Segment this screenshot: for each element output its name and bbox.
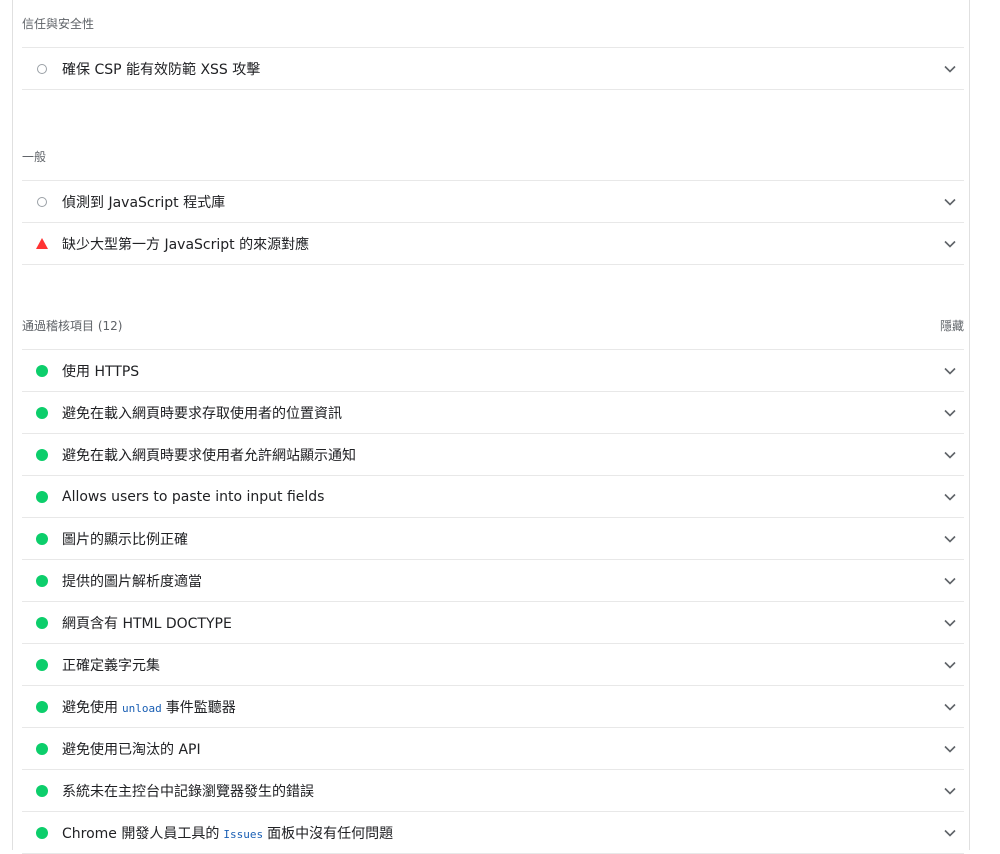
- group-trust-safety: 信任與安全性 確保 CSP 能有效防範 XSS 攻擊: [22, 0, 964, 90]
- status-icon-slot: [22, 616, 62, 629]
- audit-row[interactable]: 提供的圖片解析度適當: [22, 560, 964, 602]
- audit-row[interactable]: 缺少大型第一方 JavaScript 的來源對應: [22, 223, 964, 265]
- audit-row[interactable]: 避免使用 unload 事件監聽器: [22, 686, 964, 728]
- chevron-down-icon[interactable]: [936, 577, 964, 585]
- audit-row[interactable]: 圖片的顯示比例正確: [22, 518, 964, 560]
- audit-title: 圖片的顯示比例正確: [62, 531, 188, 548]
- group-title: 通過稽核項目: [22, 319, 95, 333]
- audit-title-post: 面板中沒有任何問題: [267, 825, 394, 842]
- audit-row[interactable]: Chrome 開發人員工具的 Issues 面板中沒有任何問題: [22, 812, 964, 854]
- audit-title-post: 事件監聽器: [165, 699, 236, 716]
- audit-title: 正確定義字元集: [62, 657, 160, 674]
- status-icon-slot: [22, 406, 62, 419]
- audit-row[interactable]: Allows users to paste into input fields: [22, 476, 964, 518]
- status-icon-slot: [22, 574, 62, 587]
- audit-row[interactable]: 避免使用已淘汰的 API: [22, 728, 964, 770]
- lighthouse-report: 信任與安全性 確保 CSP 能有效防範 XSS 攻擊 一般 偵測到 JavaSc…: [12, 0, 970, 854]
- pass-circle-icon: [36, 448, 48, 461]
- audit-title: 提供的圖片解析度適當: [62, 573, 202, 590]
- status-icon-slot: [22, 700, 62, 713]
- pass-circle-icon: [36, 742, 48, 755]
- audit-row[interactable]: 避免在載入網頁時要求使用者允許網站顯示通知: [22, 434, 964, 476]
- pass-circle-icon: [36, 826, 48, 839]
- status-icon-slot: [22, 826, 62, 839]
- pass-circle-icon: [36, 658, 48, 671]
- status-icon-slot: [22, 532, 62, 545]
- pass-circle-icon: [36, 616, 48, 629]
- audit-row[interactable]: 確保 CSP 能有效防範 XSS 攻擊: [22, 48, 964, 90]
- audit-title-code: Issues: [223, 827, 264, 841]
- status-icon-slot: [22, 784, 62, 797]
- pass-circle-icon: [36, 574, 48, 587]
- chevron-down-icon[interactable]: [936, 829, 964, 837]
- status-icon-slot: [22, 364, 62, 377]
- chevron-down-icon[interactable]: [936, 703, 964, 711]
- group-header: 信任與安全性: [22, 0, 964, 48]
- audit-row[interactable]: 使用 HTTPS: [22, 350, 964, 392]
- chevron-down-icon[interactable]: [936, 745, 964, 753]
- pass-circle-icon: [36, 364, 48, 377]
- audit-row[interactable]: 避免在載入網頁時要求存取使用者的位置資訊: [22, 392, 964, 434]
- audit-row[interactable]: 正確定義字元集: [22, 644, 964, 686]
- audit-title: 避免使用 unload 事件監聽器: [62, 697, 936, 717]
- chevron-down-icon[interactable]: [936, 661, 964, 669]
- audit-title: 缺少大型第一方 JavaScript 的來源對應: [62, 236, 310, 253]
- status-icon-slot: [22, 196, 62, 207]
- audit-row[interactable]: 系統未在主控台中記錄瀏覽器發生的錯誤: [22, 770, 964, 812]
- pass-circle-icon: [36, 406, 48, 419]
- status-icon-slot: [22, 490, 62, 503]
- pass-circle-icon: [36, 700, 48, 713]
- info-circle-outline-icon: [37, 196, 47, 207]
- group-title: 信任與安全性: [22, 17, 95, 31]
- audit-title: Chrome 開發人員工具的 Issues 面板中沒有任何問題: [62, 823, 936, 843]
- group-passed-audits: 通過稽核項目 (12) 隱藏 使用 HTTPS 避免在載入網頁時要求存取使用者的…: [22, 302, 964, 854]
- fail-triangle-icon: [36, 238, 48, 249]
- audit-title-pre: Chrome 開發人員工具的: [62, 825, 220, 842]
- audit-title: 確保 CSP 能有效防範 XSS 攻擊: [62, 61, 261, 78]
- audit-row[interactable]: 網頁含有 HTML DOCTYPE: [22, 602, 964, 644]
- audit-count: (12): [97, 319, 123, 333]
- chevron-down-icon[interactable]: [936, 65, 964, 73]
- chevron-down-icon[interactable]: [936, 409, 964, 417]
- chevron-down-icon[interactable]: [936, 619, 964, 627]
- audit-title: 避免在載入網頁時要求使用者允許網站顯示通知: [62, 447, 356, 464]
- audit-title: 避免使用已淘汰的 API: [62, 741, 201, 758]
- status-icon-slot: [22, 63, 62, 74]
- audit-title-pre: 避免使用: [62, 699, 118, 716]
- audit-title: 網頁含有 HTML DOCTYPE: [62, 615, 232, 632]
- group-header: 通過稽核項目 (12) 隱藏: [22, 302, 964, 350]
- pass-circle-icon: [36, 490, 48, 503]
- chevron-down-icon[interactable]: [936, 240, 964, 248]
- status-icon-slot: [22, 742, 62, 755]
- pass-circle-icon: [36, 532, 48, 545]
- chevron-down-icon[interactable]: [936, 198, 964, 206]
- status-icon-slot: [22, 238, 62, 249]
- audit-title: 系統未在主控台中記錄瀏覽器發生的錯誤: [62, 783, 314, 800]
- chevron-down-icon[interactable]: [936, 493, 964, 501]
- group-header: 一般: [22, 133, 964, 181]
- hide-toggle-link[interactable]: 隱藏: [940, 317, 964, 334]
- audit-title: 偵測到 JavaScript 程式庫: [62, 194, 226, 211]
- group-title-wrap: 通過稽核項目 (12): [22, 317, 122, 334]
- chevron-down-icon[interactable]: [936, 451, 964, 459]
- audit-title: Allows users to paste into input fields: [62, 488, 325, 505]
- audit-title-code: unload: [122, 701, 162, 715]
- chevron-down-icon[interactable]: [936, 535, 964, 543]
- chevron-down-icon[interactable]: [936, 787, 964, 795]
- group-title: 一般: [22, 150, 47, 164]
- chevron-down-icon[interactable]: [936, 367, 964, 375]
- status-icon-slot: [22, 448, 62, 461]
- info-circle-outline-icon: [37, 63, 47, 74]
- status-icon-slot: [22, 658, 62, 671]
- audit-title: 避免在載入網頁時要求存取使用者的位置資訊: [62, 405, 342, 422]
- audit-row[interactable]: 偵測到 JavaScript 程式庫: [22, 181, 964, 223]
- pass-circle-icon: [36, 784, 48, 797]
- group-general: 一般 偵測到 JavaScript 程式庫 缺少大型第一方 JavaScript…: [22, 133, 964, 265]
- audit-title: 使用 HTTPS: [62, 363, 140, 380]
